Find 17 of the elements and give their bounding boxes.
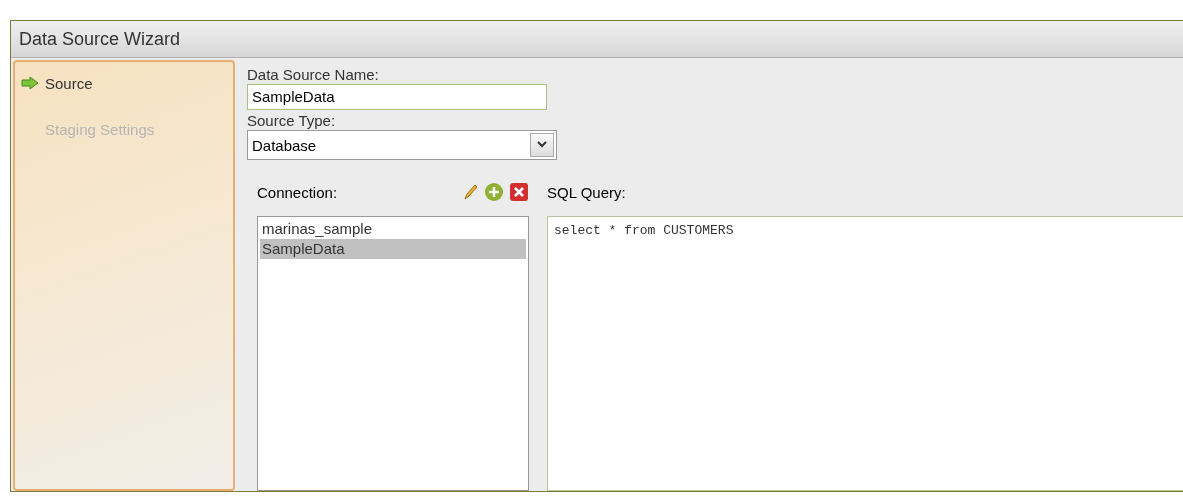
name-field[interactable]: SampleData — [247, 84, 547, 110]
field-label: Source Type: — [247, 112, 337, 129]
connection-list[interactable]: marinas_sample SampleData — [257, 216, 529, 491]
connection-label: Connection: — [257, 183, 338, 201]
field-label: Data Source Name: — [247, 66, 380, 83]
source-type-dropdown[interactable]: Database — [247, 130, 557, 160]
caret-icon — [530, 133, 554, 157]
pencil-icon[interactable] — [463, 183, 479, 201]
step-item[interactable]: Source — [21, 72, 227, 94]
arrow-icon — [21, 76, 39, 90]
delete-icon[interactable] — [509, 182, 529, 202]
connection-item[interactable]: SampleData — [260, 239, 526, 259]
window-title: Data Source Wizard — [11, 21, 1183, 58]
add-icon[interactable] — [484, 182, 504, 202]
query-label: SQL Query: — [547, 183, 626, 201]
connection-item[interactable]: marinas_sample — [260, 219, 526, 239]
sql-query-editor[interactable]: select * from CUSTOMERS — [547, 216, 1183, 491]
